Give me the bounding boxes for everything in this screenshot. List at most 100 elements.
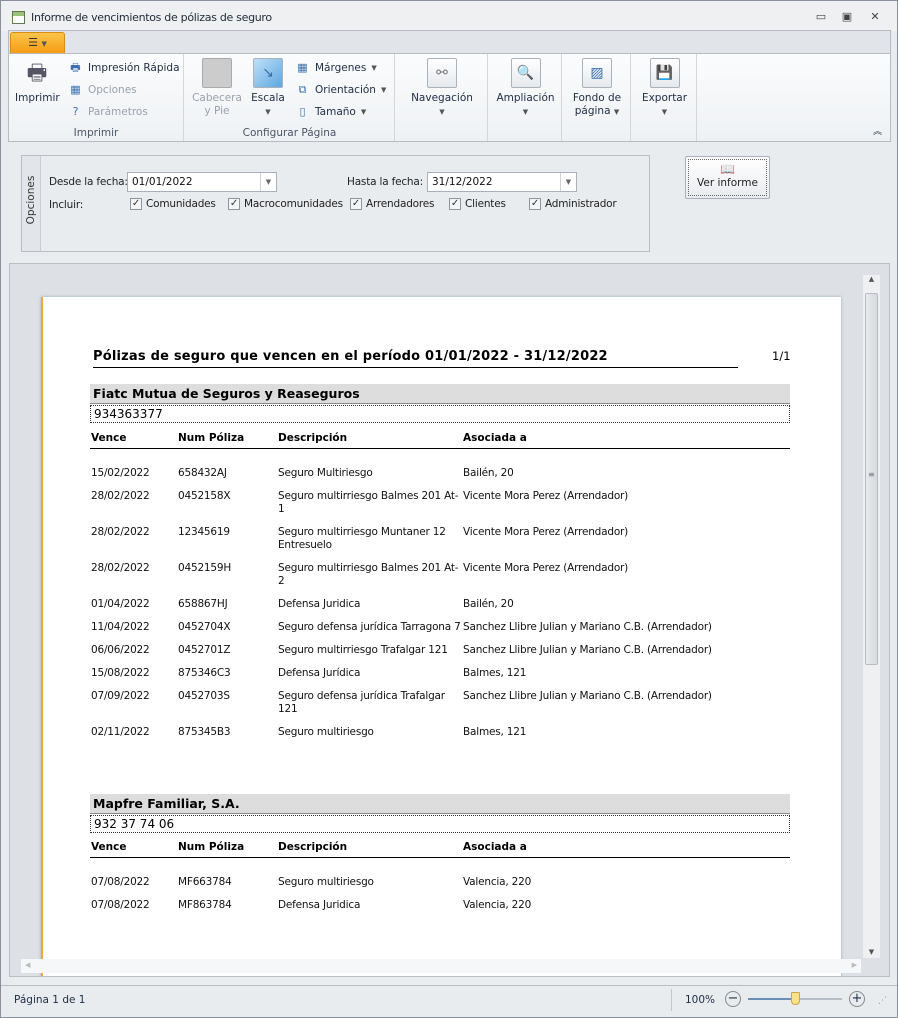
status-bar: Página 1 de 1 100% − + ⋰: [1, 985, 897, 1017]
zoom-slider[interactable]: [748, 992, 842, 1005]
table-cell: Seguro multiriesgo: [278, 876, 374, 888]
table-cell: Vicente Mora Perez (Arrendador): [463, 562, 629, 574]
table-cell: Bailén, 20: [463, 467, 514, 479]
resize-grip-icon[interactable]: ⋰: [878, 996, 887, 1006]
parameters-label: Parámetros: [88, 106, 148, 118]
zoom-out-button[interactable]: −: [725, 991, 741, 1007]
table-cell: 658432AJ: [178, 467, 227, 479]
table-cell: Valencia, 220: [463, 876, 532, 888]
navigation-label: Navegación: [411, 92, 473, 104]
column-header: Num Póliza: [178, 841, 245, 853]
group-configurar-pagina: Cabecera y Pie ↘ Escala ▼ ▦ Márgenes ▼ ⧉ Orie…: [185, 54, 395, 141]
quick-printer-icon: 🖶: [70, 61, 81, 74]
table-cell: 12345619: [178, 526, 230, 538]
quick-print-button[interactable]: 🖶 Impresión Rápida: [68, 61, 179, 75]
table-cell: Sanchez Llibre Julian y Mariano C.B. (Ar…: [463, 621, 712, 633]
options-button[interactable]: ▦ Opciones: [68, 83, 137, 97]
table-cell: Seguro Multiriesgo: [278, 467, 373, 479]
chevron-down-icon[interactable]: ▼: [260, 173, 276, 191]
table-cell: 28/02/2022: [91, 526, 150, 538]
group-navegacion: ⚯ Navegación ▼: [396, 54, 488, 141]
export-button[interactable]: 💾 Exportar ▼: [632, 58, 697, 119]
column-header: Asociada a: [463, 841, 527, 853]
header-footer-label-2: y Pie: [204, 105, 230, 117]
checkbox-macrocomunidades[interactable]: ✓ Macrocomunidades: [228, 198, 343, 210]
group-imprimir: 🖶 Imprimir 🖶 Impresión Rápida ▦ Opciones ?…: [9, 54, 184, 141]
to-date-field[interactable]: 31/12/2022 ▼: [427, 172, 577, 192]
scroll-down-icon[interactable]: ▼: [863, 948, 880, 956]
checkbox-clientes[interactable]: ✓ Clientes: [449, 198, 506, 210]
group-label: Configurar Página: [242, 127, 337, 139]
navigation-button[interactable]: ⚯ Navegación ▼: [406, 58, 478, 119]
view-report-button[interactable]: 📖 Ver informe: [685, 156, 770, 199]
scroll-up-icon[interactable]: ▲: [863, 275, 880, 283]
header-footer-button[interactable]: Cabecera y Pie: [191, 58, 243, 118]
magnifier-icon: 🔍: [510, 58, 541, 88]
scroll-thumb[interactable]: ≡: [865, 293, 878, 665]
minimize-button[interactable]: ▭: [813, 10, 829, 23]
binoculars-icon: ⚯: [427, 58, 457, 88]
vertical-scrollbar[interactable]: ▲ ≡ ▼: [863, 275, 880, 958]
column-header: Vence: [91, 841, 127, 853]
from-date-field[interactable]: 01/01/2022 ▼: [127, 172, 277, 192]
table-row: 11/04/2022 0452704X Seguro defensa jurídic…: [90, 621, 790, 644]
collapse-ribbon-icon[interactable]: ︽: [873, 124, 882, 137]
table-cell: 07/08/2022: [91, 899, 150, 911]
size-button[interactable]: ▯ Tamaño ▼: [295, 105, 366, 119]
window-title: Informe de vencimientos de pólizas de se…: [31, 11, 272, 24]
table-row: 15/08/2022 875346C3 Defensa Jurídica Balmes…: [90, 667, 790, 690]
table-cell: 07/08/2022: [91, 876, 150, 888]
options-icon: ▦: [70, 83, 81, 96]
to-date-value: 31/12/2022: [432, 176, 493, 188]
column-header: Asociada a: [463, 432, 527, 444]
table-cell: 0452703S: [178, 690, 230, 702]
table-cell: 875345B3: [178, 726, 231, 738]
ribbon-tab-strip: ☰ ▼: [8, 30, 891, 54]
close-button[interactable]: ✕: [867, 10, 883, 23]
table-cell: MF863784: [178, 899, 232, 911]
checkbox-administrador[interactable]: ✓ Administrador: [529, 198, 617, 210]
group-exportar: 💾 Exportar ▼: [632, 54, 697, 141]
chevron-down-icon[interactable]: ▼: [560, 173, 576, 191]
print-label: Imprimir: [15, 92, 60, 104]
scroll-left-icon[interactable]: ◀: [25, 961, 30, 969]
checkbox-label: Arrendadores: [366, 198, 435, 210]
table-cell: Seguro multirriesgo Trafalgar 121: [278, 644, 448, 656]
column-headers: Vence Num Póliza Descripción Asociada a: [90, 432, 790, 449]
parameters-button[interactable]: ? Parámetros: [68, 105, 148, 119]
app-icon: [12, 11, 25, 24]
title-bar: Informe de vencimientos de pólizas de se…: [1, 1, 897, 31]
report-preview-window: Informe de vencimientos de pólizas de se…: [0, 0, 898, 1018]
table-row: 07/08/2022 MF863784 Defensa Juridica Valenc…: [90, 899, 790, 922]
application-menu-button[interactable]: ☰ ▼: [10, 32, 65, 54]
column-header: Vence: [91, 432, 127, 444]
scale-button[interactable]: ↘ Escala ▼: [248, 58, 288, 119]
horizontal-scrollbar[interactable]: ◀ ▶: [21, 959, 861, 973]
maximize-button[interactable]: ▣: [839, 10, 855, 23]
table-row: 28/02/2022 0452159H Seguro multirriesgo Ba…: [90, 562, 790, 598]
table-cell: Valencia, 220: [463, 899, 532, 911]
column-header: Descripción: [278, 432, 348, 444]
page-background-button[interactable]: ▨ Fondo de página ▼: [563, 58, 631, 119]
zoom-button[interactable]: 🔍 Ampliación ▼: [489, 58, 562, 119]
options-label: Opciones: [88, 84, 137, 96]
table-cell: Vicente Mora Perez (Arrendador): [463, 490, 629, 502]
table-rows: 07/08/2022 MF663784 Seguro multiriesgo Vale…: [90, 876, 790, 922]
margins-button[interactable]: ▦ Márgenes ▼: [295, 61, 376, 75]
zoom-slider-thumb[interactable]: [791, 992, 800, 1005]
checkbox-icon: ✓: [228, 198, 240, 210]
table-cell: 28/02/2022: [91, 562, 150, 574]
print-button[interactable]: 🖶 Imprimir: [15, 58, 60, 105]
orientation-button[interactable]: ⧉ Orientación ▼: [295, 83, 387, 97]
table-cell: Seguro defensa jurídica Trafalgar 121: [278, 690, 445, 715]
options-panel: Opciones Desde la fecha: 01/01/2022 ▼ Has…: [21, 155, 650, 252]
zoom-in-button[interactable]: +: [849, 991, 865, 1007]
table-cell: 0452158X: [178, 490, 231, 502]
checkbox-label: Administrador: [545, 198, 617, 210]
table-cell: 875346C3: [178, 667, 231, 679]
checkbox-arrendadores[interactable]: ✓ Arrendadores: [350, 198, 435, 210]
zoom-level: 100%: [685, 994, 716, 1006]
checkbox-label: Clientes: [465, 198, 506, 210]
checkbox-comunidades[interactable]: ✓ Comunidades: [130, 198, 216, 210]
scroll-right-icon[interactable]: ▶: [852, 961, 857, 969]
